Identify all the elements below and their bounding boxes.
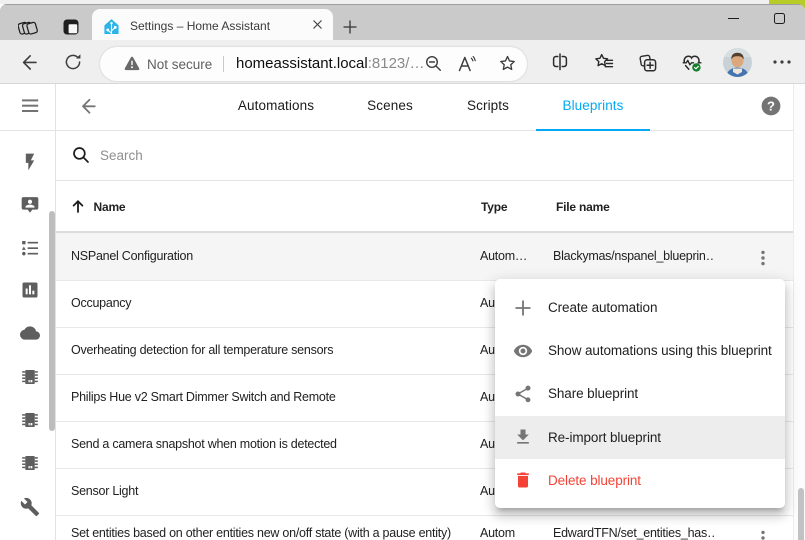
svg-text:?: ? (767, 98, 775, 113)
